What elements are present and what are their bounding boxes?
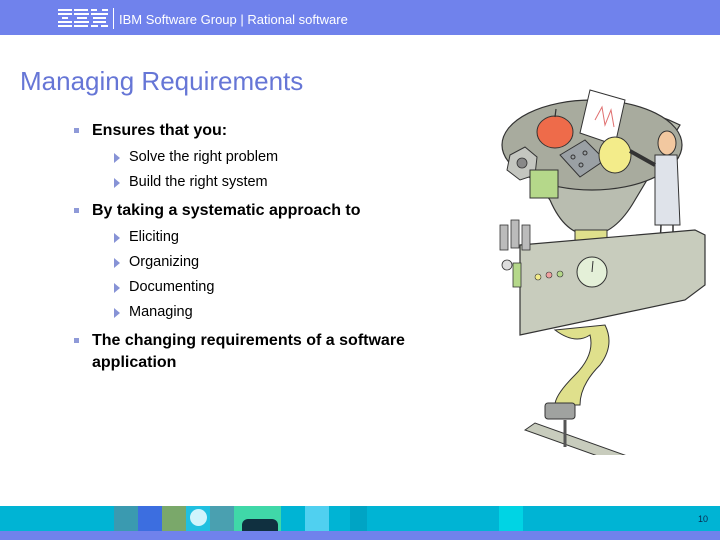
- footer-tile-light: [499, 506, 523, 531]
- conveyor-belt-icon: [523, 422, 626, 455]
- requirements-funnel-illustration: [499, 89, 706, 455]
- bullet-text: The changing requirements of a software: [92, 332, 405, 349]
- footer-tile-dark: [350, 506, 367, 531]
- triangle-bullet-icon: [114, 153, 120, 163]
- triangle-bullet-icon: [114, 308, 120, 318]
- footer-tile-people: [138, 506, 162, 531]
- bullet-ensures: Ensures that you:: [74, 122, 228, 140]
- sub-bullet-eliciting: Eliciting: [114, 229, 179, 245]
- sub-bullet-solve: Solve the right problem: [114, 149, 279, 165]
- sub-bullet-text: Solve the right problem: [129, 149, 279, 165]
- footer-bottom-bar: [0, 531, 720, 540]
- ibm-logo-icon: [58, 9, 108, 27]
- square-bullet-icon: [74, 338, 79, 343]
- sub-bullet-documenting: Documenting: [114, 279, 215, 295]
- sub-bullet-organizing: Organizing: [114, 254, 200, 270]
- sub-bullet-text: Build the right system: [129, 174, 268, 190]
- bullet-text: application: [92, 354, 177, 371]
- triangle-bullet-icon: [114, 178, 120, 188]
- light-bulb-icon: [598, 136, 632, 174]
- bullet-changing: The changing requirements of a software: [74, 332, 405, 350]
- footer-tile-gray: [210, 506, 234, 531]
- slide-title: Managing Requirements: [20, 66, 304, 96]
- header-bar: IBM Software Group | Rational software: [0, 0, 720, 35]
- sub-bullet-text: Documenting: [129, 279, 215, 295]
- apple-icon: [536, 115, 574, 149]
- coil-tube-icon: [553, 324, 610, 406]
- triangle-bullet-icon: [114, 233, 120, 243]
- header-title: IBM Software Group | Rational software: [119, 12, 348, 27]
- footer-tile-squares: [305, 506, 329, 531]
- bullet-text: Ensures that you:: [92, 122, 228, 139]
- sub-bullet-text: Managing: [129, 304, 193, 320]
- sub-bullet-build: Build the right system: [114, 174, 268, 190]
- footer-tile-image: [114, 506, 138, 531]
- sub-bullet-text: Eliciting: [129, 229, 179, 245]
- triangle-bullet-icon: [114, 258, 120, 268]
- bullet-systematic: By taking a systematic approach to: [74, 202, 361, 220]
- sub-bullet-text: Organizing: [129, 254, 200, 270]
- bullet-changing-line2: application: [92, 354, 176, 372]
- square-bullet-icon: [74, 128, 79, 133]
- footer-tile-silhouettes: [234, 506, 281, 531]
- bullet-text: By taking a systematic approach to: [92, 202, 361, 219]
- sub-bullet-managing: Managing: [114, 304, 193, 320]
- footer-tile-globe: [162, 506, 186, 531]
- footer-tile-circle: [186, 506, 210, 531]
- page-number: 10: [697, 514, 708, 524]
- header-divider: [113, 8, 114, 29]
- square-bullet-icon: [74, 208, 79, 213]
- triangle-bullet-icon: [114, 283, 120, 293]
